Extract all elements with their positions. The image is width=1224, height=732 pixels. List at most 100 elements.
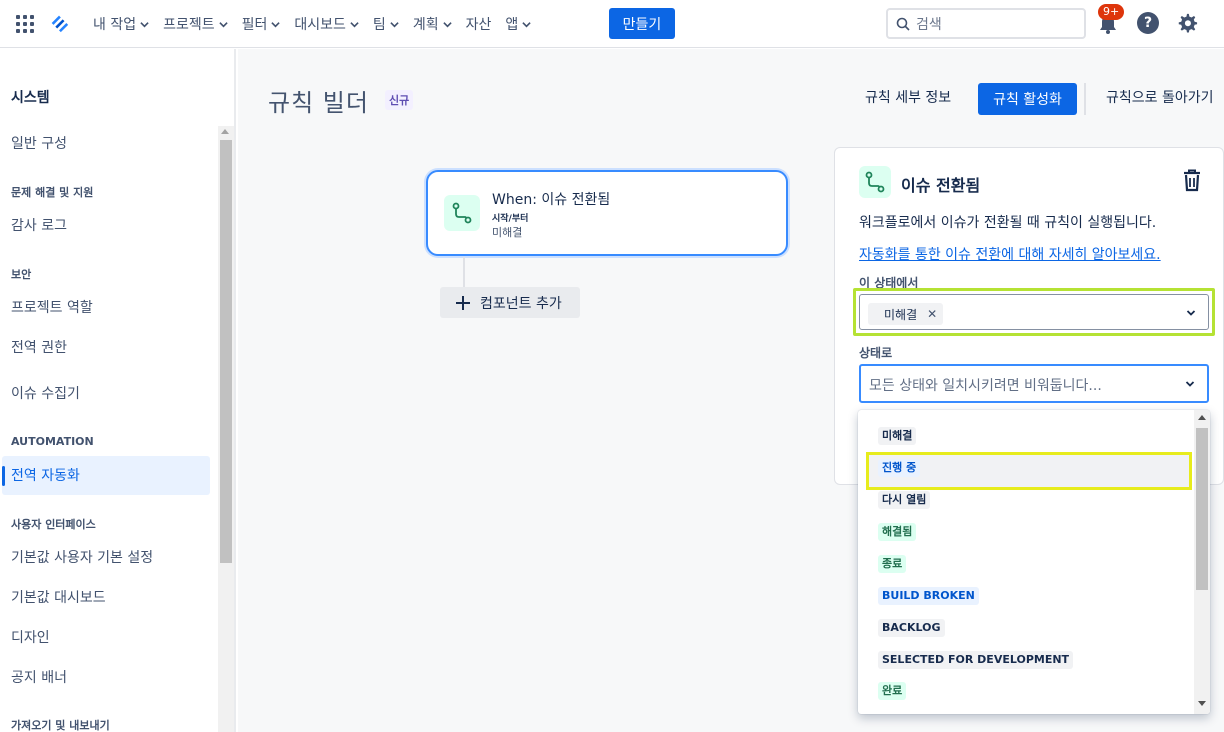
status-option[interactable]: 미해결: [878, 427, 917, 445]
nav-assets[interactable]: 자산: [459, 8, 499, 40]
nav-menu: 내 작업 프로젝트 필터 대시보드 팀 계획 자산 앱: [86, 0, 538, 48]
status-dropdown-menu: 미해결 진행 중 다시 열림 해결됨 종료 BUILD BROKEN BACKL…: [858, 410, 1210, 714]
status-lozenge: BACKLOG: [878, 619, 945, 637]
help-icon[interactable]: ?: [1137, 12, 1159, 34]
status-option[interactable]: BACKLOG: [878, 619, 945, 637]
gear-icon[interactable]: [1176, 12, 1198, 34]
sidebar-item-default-user-prefs[interactable]: 기본값 사용자 기본 설정: [11, 547, 153, 567]
status-option[interactable]: 진행 중: [878, 459, 921, 477]
add-component-label: 컴포넌트 추가: [480, 295, 562, 312]
sidebar-item-global-automation[interactable]: 전역 자동화: [11, 465, 80, 485]
nav-dashboards[interactable]: 대시보드: [287, 8, 366, 40]
create-button[interactable]: 만들기: [609, 8, 675, 39]
app-switcher-icon[interactable]: [14, 13, 36, 35]
nav-apps[interactable]: 앱: [498, 8, 538, 40]
nav-label: 팀: [372, 17, 386, 33]
transition-icon: [444, 195, 480, 231]
chevron-down-icon: [271, 21, 281, 27]
to-status-placeholder: 모든 상태와 일치시키려면 비워둡니다...: [869, 378, 1102, 394]
status-chip: 미해결 ✕: [868, 303, 944, 325]
chevron-down-icon: [350, 21, 359, 27]
status-lozenge: 완료: [878, 682, 907, 700]
chevron-down-icon: [218, 21, 228, 27]
sidebar-section-ui: 사용자 인터페이스: [11, 518, 96, 531]
nav-label: 계획: [412, 17, 439, 33]
scroll-up-arrow-icon[interactable]: [1198, 415, 1206, 420]
sidebar-item-default-dashboard[interactable]: 기본값 대시보드: [11, 587, 106, 607]
status-lozenge: SELECTED FOR DEVELOPMENT: [878, 651, 1074, 669]
learn-more-link[interactable]: 자동화를 통한 이슈 전환에 대해 자세히 알아보세요.: [859, 244, 1161, 264]
sidebar-item-project-roles[interactable]: 프로젝트 역할: [11, 297, 93, 317]
panel-description: 워크플로에서 이슈가 전환될 때 규칙이 실행됩니다.: [859, 215, 1157, 231]
search-placeholder: 검색: [916, 16, 942, 33]
trigger-from-status: 미해결: [492, 226, 523, 239]
sidebar-item-issue-collectors[interactable]: 이슈 수집기: [11, 383, 80, 403]
status-option[interactable]: 완료: [878, 682, 907, 700]
plus-icon: [456, 295, 470, 310]
status-chip-label: 미해결: [884, 307, 918, 322]
status-lozenge: 다시 열림: [878, 491, 931, 509]
sidebar-item-general[interactable]: 일반 구성: [11, 133, 67, 153]
status-lozenge: BUILD BROKEN: [878, 587, 979, 605]
nav-label: 내 작업: [93, 17, 137, 33]
sidebar: 시스템 일반 구성 문제 해결 및 지원 감사 로그 보안 프로젝트 역할 전역…: [0, 49, 236, 732]
chevron-down-icon: [442, 21, 452, 27]
page-title: 규칙 빌더: [268, 89, 369, 117]
nav-label: 필터: [241, 17, 268, 33]
from-status-select[interactable]: 미해결 ✕: [859, 294, 1209, 330]
status-option[interactable]: 종료: [878, 555, 907, 573]
trash-icon[interactable]: [1181, 168, 1203, 192]
sidebar-title: 시스템: [11, 90, 50, 106]
trigger-from-label: 시작/부터: [492, 214, 529, 224]
sidebar-item-global-permissions[interactable]: 전역 권한: [11, 337, 67, 357]
transition-icon: [859, 166, 891, 198]
to-status-label: 상태로: [859, 346, 893, 360]
sidebar-section-troubleshooting: 문제 해결 및 지원: [11, 186, 94, 199]
rule-details-button[interactable]: 규칙 세부 정보: [865, 87, 951, 107]
chevron-down-icon: [522, 21, 531, 27]
add-component-button[interactable]: 컴포넌트 추가: [440, 287, 580, 318]
status-lozenge: 종료: [878, 555, 907, 573]
sidebar-section-import-export: 가져오기 및 내보내기: [11, 719, 110, 732]
nav-my-work[interactable]: 내 작업: [86, 8, 156, 40]
sidebar-item-design[interactable]: 디자인: [11, 627, 50, 647]
search-input[interactable]: 검색: [886, 8, 1086, 39]
scroll-up-arrow-icon[interactable]: [221, 129, 229, 134]
chevron-down-icon[interactable]: [1185, 379, 1195, 389]
jira-logo[interactable]: [48, 12, 70, 34]
status-lozenge: 진행 중: [878, 459, 921, 477]
from-status-highlight: 미해결 ✕: [853, 288, 1215, 336]
nav-projects[interactable]: 프로젝트: [156, 8, 235, 40]
enable-rule-button[interactable]: 규칙 활성화: [978, 83, 1077, 115]
dropdown-scrollbar[interactable]: [1194, 410, 1210, 714]
nav-label: 앱: [505, 17, 519, 33]
status-lozenge: 해결됨: [878, 523, 917, 541]
search-icon: [896, 17, 910, 31]
status-option[interactable]: BUILD BROKEN: [878, 587, 979, 605]
sidebar-section-automation: AUTOMATION: [11, 435, 94, 448]
trigger-card[interactable]: When: 이슈 전환됨 시작/부터 미해결: [426, 170, 788, 256]
nav-plans[interactable]: 계획: [406, 8, 459, 40]
sidebar-item-announcement-banner[interactable]: 공지 배너: [11, 667, 67, 687]
status-option[interactable]: 다시 열림: [878, 491, 931, 509]
to-status-select[interactable]: 모든 상태와 일치시키려면 비워둡니다...: [859, 364, 1209, 403]
panel-title: 이슈 전환됨: [901, 176, 981, 195]
top-navigation: 내 작업 프로젝트 필터 대시보드 팀 계획 자산 앱 만들기 검색 9+ ?: [0, 0, 1224, 48]
scroll-down-arrow-icon[interactable]: [1198, 701, 1206, 706]
status-option[interactable]: SELECTED FOR DEVELOPMENT: [878, 651, 1074, 669]
remove-chip-icon[interactable]: ✕: [927, 307, 937, 321]
sidebar-section-security: 보안: [11, 268, 32, 281]
nav-filters[interactable]: 필터: [235, 8, 288, 40]
back-to-rules-button[interactable]: 규칙으로 돌아가기: [1106, 87, 1214, 107]
nav-teams[interactable]: 팀: [366, 8, 406, 40]
chevron-down-icon[interactable]: [1186, 308, 1196, 318]
sidebar-scrollbar[interactable]: [218, 126, 234, 732]
chevron-down-icon: [390, 21, 399, 27]
nav-label: 대시보드: [294, 17, 346, 33]
sidebar-item-audit-log[interactable]: 감사 로그: [11, 215, 67, 235]
sidebar-scrollbar-thumb[interactable]: [220, 140, 232, 563]
sidebar-active-indicator: [2, 466, 5, 486]
dropdown-scrollbar-thumb[interactable]: [1196, 428, 1208, 590]
notification-badge: 9+: [1098, 4, 1125, 20]
status-option[interactable]: 해결됨: [878, 523, 917, 541]
